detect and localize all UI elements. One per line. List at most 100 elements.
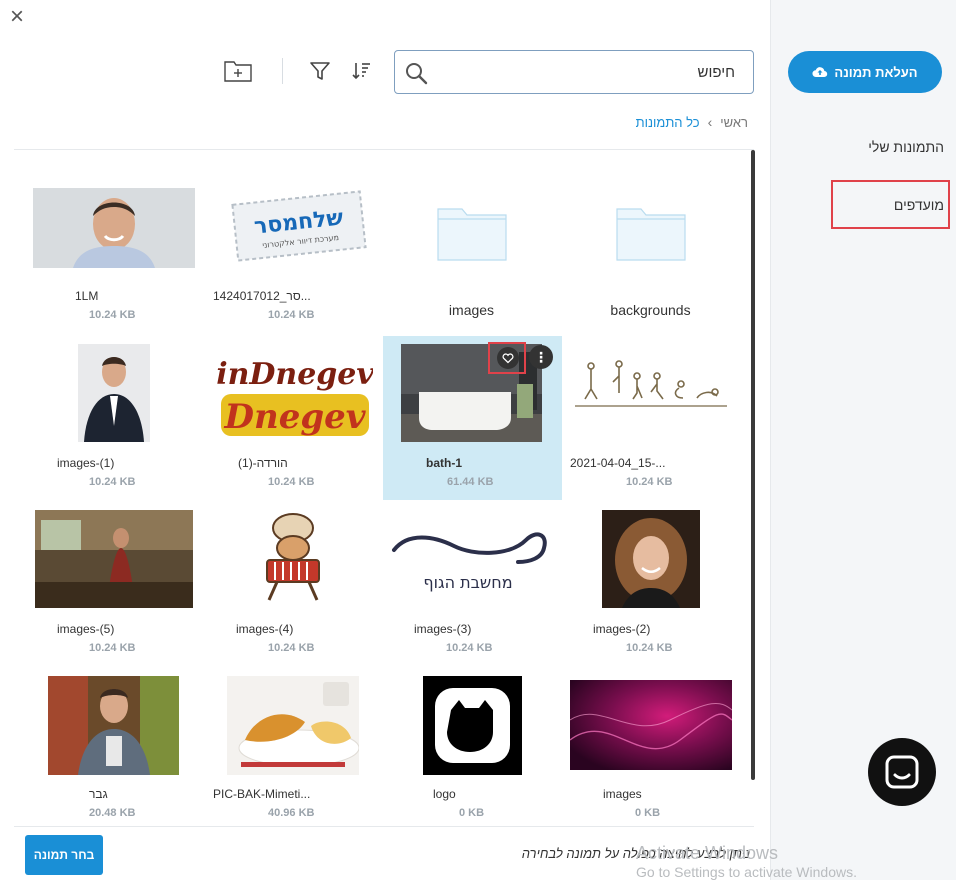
grid-item-image[interactable]: images-(2) 10.24 KB (561, 502, 740, 666)
item-name: images-(4) (236, 622, 294, 636)
grid-item-image[interactable]: images-(4) 10.24 KB (207, 502, 386, 666)
item-size: 10.24 KB (446, 642, 493, 654)
item-size: 61.44 KB (447, 476, 494, 488)
item-name: 1424017012_סר... (213, 289, 311, 303)
chat-icon (885, 755, 919, 789)
item-name: 1LM (75, 289, 99, 303)
item-size: 10.24 KB (626, 476, 673, 488)
breadcrumb-current[interactable]: כל התמונות (636, 115, 700, 130)
grid-item-folder[interactable]: images (382, 168, 561, 332)
thumbnail (78, 344, 150, 442)
pose-figures-image (573, 354, 729, 442)
abstract-background-image (570, 680, 732, 770)
new-folder-icon[interactable] (223, 58, 253, 84)
activation-watermark-subtitle: Go to Settings to activate Windows. (636, 864, 857, 880)
body-logo-image: מחשבת הגוף (388, 516, 554, 596)
item-name: images-(2) (593, 622, 651, 636)
item-size: 40.96 KB (268, 807, 315, 819)
cloud-upload-icon (812, 67, 828, 78)
toolbar-divider (282, 58, 283, 84)
folder-icon (437, 208, 507, 261)
heart-icon (502, 353, 514, 364)
logo-image: inDnegev Dnegev (217, 348, 373, 442)
folder-name: backgrounds (610, 302, 691, 318)
breadcrumb-home[interactable]: ראשי (720, 115, 748, 130)
item-size: 0 KB (459, 807, 485, 819)
breadcrumb: ראשי › כל התמונות (636, 114, 748, 130)
item-size: 10.24 KB (89, 309, 136, 321)
filter-icon[interactable] (307, 58, 333, 84)
sidebar: העלאת תמונה התמונות שלי מועדפים (770, 0, 956, 880)
thumbnail (48, 676, 179, 775)
chat-launcher[interactable] (868, 738, 936, 806)
more-options-icon[interactable]: ⋮ (529, 345, 553, 369)
grid-item-image[interactable]: images 0 KB (561, 668, 740, 824)
item-name: bath-1 (426, 456, 462, 470)
grid-item-image[interactable]: images-(5) 10.24 KB (28, 502, 207, 666)
thumbnail (570, 680, 732, 770)
man-phone-photo (48, 676, 179, 775)
grid-item-image[interactable]: inDnegev Dnegev הורדה-(1) 10.24 KB (207, 336, 386, 500)
grid-item-image[interactable]: images-(1) 10.24 KB (28, 336, 207, 500)
thumbnail (227, 676, 359, 775)
grid-item-image-selected[interactable]: ⋮ bath-1 61.44 KB (383, 336, 562, 500)
grid-item-image[interactable]: PIC-BAK-Mimeti... 40.96 KB (207, 668, 386, 824)
upload-image-button[interactable]: העלאת תמונה (788, 51, 942, 93)
grid-item-image[interactable]: logo 0 KB (383, 668, 562, 824)
grid-item-image[interactable]: 1LM 10.24 KB (28, 168, 207, 332)
svg-text:מחשבת הגוף: מחשבת הגוף (423, 573, 512, 592)
svg-text:inDnegev: inDnegev (217, 357, 373, 392)
search-icon[interactable] (404, 61, 428, 85)
thumbnail (35, 510, 193, 608)
thumbnail: שלחמסר מערכת דיוור אלקטרוני (221, 184, 377, 268)
sidebar-item-my-images[interactable]: התמונות שלי (868, 139, 944, 155)
portrait-photo (78, 344, 150, 442)
item-name: images (603, 787, 642, 801)
footer-divider (14, 826, 754, 827)
grid-item-folder[interactable]: backgrounds (561, 168, 740, 332)
thumbnail (602, 510, 700, 608)
thumbnail: inDnegev Dnegev (217, 348, 373, 442)
item-name: images-(3) (414, 622, 472, 636)
item-name: גבר (89, 787, 108, 801)
upload-label: העלאת תמונה (834, 64, 918, 80)
grid-item-image[interactable]: 2021-04-04_15-... 10.24 KB (561, 336, 740, 500)
item-size: 10.24 KB (268, 642, 315, 654)
grid-item-image[interactable]: שלחמסר מערכת דיוור אלקטרוני 1424017012_ס… (207, 168, 386, 332)
cat-logo-image (423, 676, 522, 775)
item-size: 10.24 KB (89, 476, 136, 488)
item-size: 0 KB (635, 807, 661, 819)
grid-item-image[interactable]: גבר 20.48 KB (28, 668, 207, 824)
thumbnail (573, 354, 729, 442)
image-grid: 1LM 10.24 KB שלחמסר מערכת דיוור אלקטרוני… (14, 168, 754, 824)
sidebar-item-favorites[interactable]: מועדפים (894, 197, 944, 213)
item-name: images-(5) (57, 622, 115, 636)
item-size: 10.24 KB (268, 476, 315, 488)
item-name: PIC-BAK-Mimeti... (213, 787, 311, 801)
item-name: 2021-04-04_15-... (570, 456, 666, 470)
thumbnail (241, 508, 345, 608)
item-name: logo (433, 787, 456, 801)
search-box (394, 50, 754, 94)
kitchen-photo (35, 510, 193, 608)
croissant-photo (227, 676, 359, 775)
item-size: 10.24 KB (268, 309, 315, 321)
portrait-photo (602, 510, 700, 608)
grid-item-image[interactable]: מחשבת הגוף images-(3) 10.24 KB (383, 502, 562, 666)
choose-image-button[interactable]: בחר תמונה (25, 835, 103, 875)
sort-icon[interactable] (349, 58, 375, 84)
logo-stamp-image: שלחמסר מערכת דיוור אלקטרוני (221, 184, 377, 268)
close-icon[interactable]: × (6, 5, 28, 29)
breadcrumb-separator: › (707, 114, 713, 130)
thumbnail: מחשבת הגוף (388, 516, 554, 596)
activation-watermark-title: Activate Windows (636, 843, 779, 863)
search-input[interactable] (435, 59, 735, 85)
item-size: 10.24 KB (89, 642, 136, 654)
accordion-cartoon-image (241, 508, 345, 608)
item-size: 10.24 KB (626, 642, 673, 654)
favorite-button[interactable] (497, 347, 519, 369)
thumbnail (423, 676, 522, 775)
scrollbar[interactable] (751, 150, 755, 780)
header-divider (14, 149, 754, 150)
item-name: הורדה-(1) (238, 456, 288, 470)
